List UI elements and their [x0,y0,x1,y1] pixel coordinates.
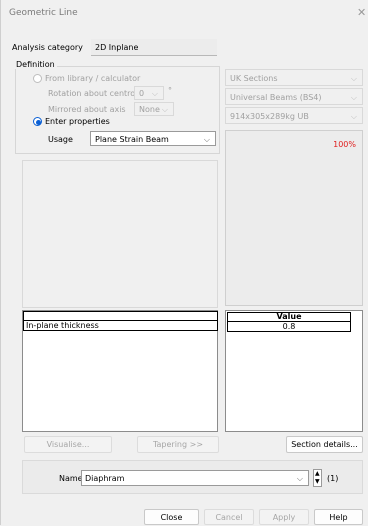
rotation-label: Rotation about centroid [48,89,143,98]
chevron-down-icon: ⌵ [350,93,357,102]
value-cell[interactable]: 0.8 [227,321,351,332]
enter-properties-radio[interactable] [33,117,42,126]
rotation-unit: ° [168,86,172,95]
chevron-down-icon: ⌵ [350,74,357,83]
size-value: 914x305x289kg UB [230,112,309,121]
property-row[interactable]: In-plane thickness [23,320,218,331]
enter-properties-label: Enter properties [45,117,110,126]
name-spinner[interactable]: ▲ ▼ [313,469,322,487]
usage-value: Plane Strain Beam [95,135,169,144]
close-icon[interactable]: ✕ [357,6,366,19]
size-select[interactable]: 914x305x289kg UB ⌵ [225,107,363,124]
chevron-down-icon: ⌵ [161,105,168,114]
apply-button[interactable]: Apply [259,509,309,525]
rotation-value: 0 [139,89,145,98]
mirrored-select[interactable]: None ⌵ [134,102,174,116]
name-count: (1) [327,474,339,483]
spinner-down-icon[interactable]: ▼ [315,478,320,485]
value-cell-text: 0.8 [282,322,296,331]
name-label: Name [59,474,83,483]
zoom-level: 100% [333,140,356,149]
chevron-down-icon: ⌵ [203,135,210,144]
from-library-radio[interactable] [33,74,42,83]
section-preview-panel: 100% [225,130,363,306]
usage-label: Usage [48,135,73,144]
chevron-down-icon: ⌵ [350,112,357,121]
mirrored-value: None [139,105,160,114]
cancel-button[interactable]: Cancel [204,509,254,525]
rotation-select[interactable]: 0 ⌵ [134,86,164,100]
sections-value: UK Sections [230,74,278,83]
help-button[interactable]: Help [314,509,363,525]
spinner-up-icon[interactable]: ▲ [315,470,320,477]
sections-select[interactable]: UK Sections ⌵ [225,69,363,86]
analysis-category-value: 2D Inplane [95,43,139,52]
left-empty-panel [22,160,218,308]
mirrored-label: Mirrored about axis [48,105,126,114]
usage-select[interactable]: Plane Strain Beam ⌵ [90,131,216,146]
family-value: Universal Beams (BS4) [230,93,322,102]
chevron-down-icon: ⌵ [296,474,303,483]
family-select[interactable]: Universal Beams (BS4) ⌵ [225,88,363,105]
visualise-button[interactable]: Visualise... [24,436,112,453]
definition-group-label: Definition [14,60,57,69]
tapering-button[interactable]: Tapering >> [137,436,219,453]
property-row-label: In-plane thickness [26,321,99,330]
close-button[interactable]: Close [144,509,199,525]
window-title: Geometric Line [9,8,78,18]
section-details-button[interactable]: Section details... [286,436,363,453]
analysis-category-label: Analysis category [12,43,83,52]
dialog-window: Geometric Line ✕ Analysis category 2D In… [0,0,368,525]
from-library-label: From library / calculator [45,74,141,83]
analysis-category-field: 2D Inplane [91,39,217,56]
chevron-down-icon: ⌵ [151,89,158,98]
name-combobox[interactable]: Diaphram ⌵ [81,470,309,486]
name-value: Diaphram [85,474,125,483]
